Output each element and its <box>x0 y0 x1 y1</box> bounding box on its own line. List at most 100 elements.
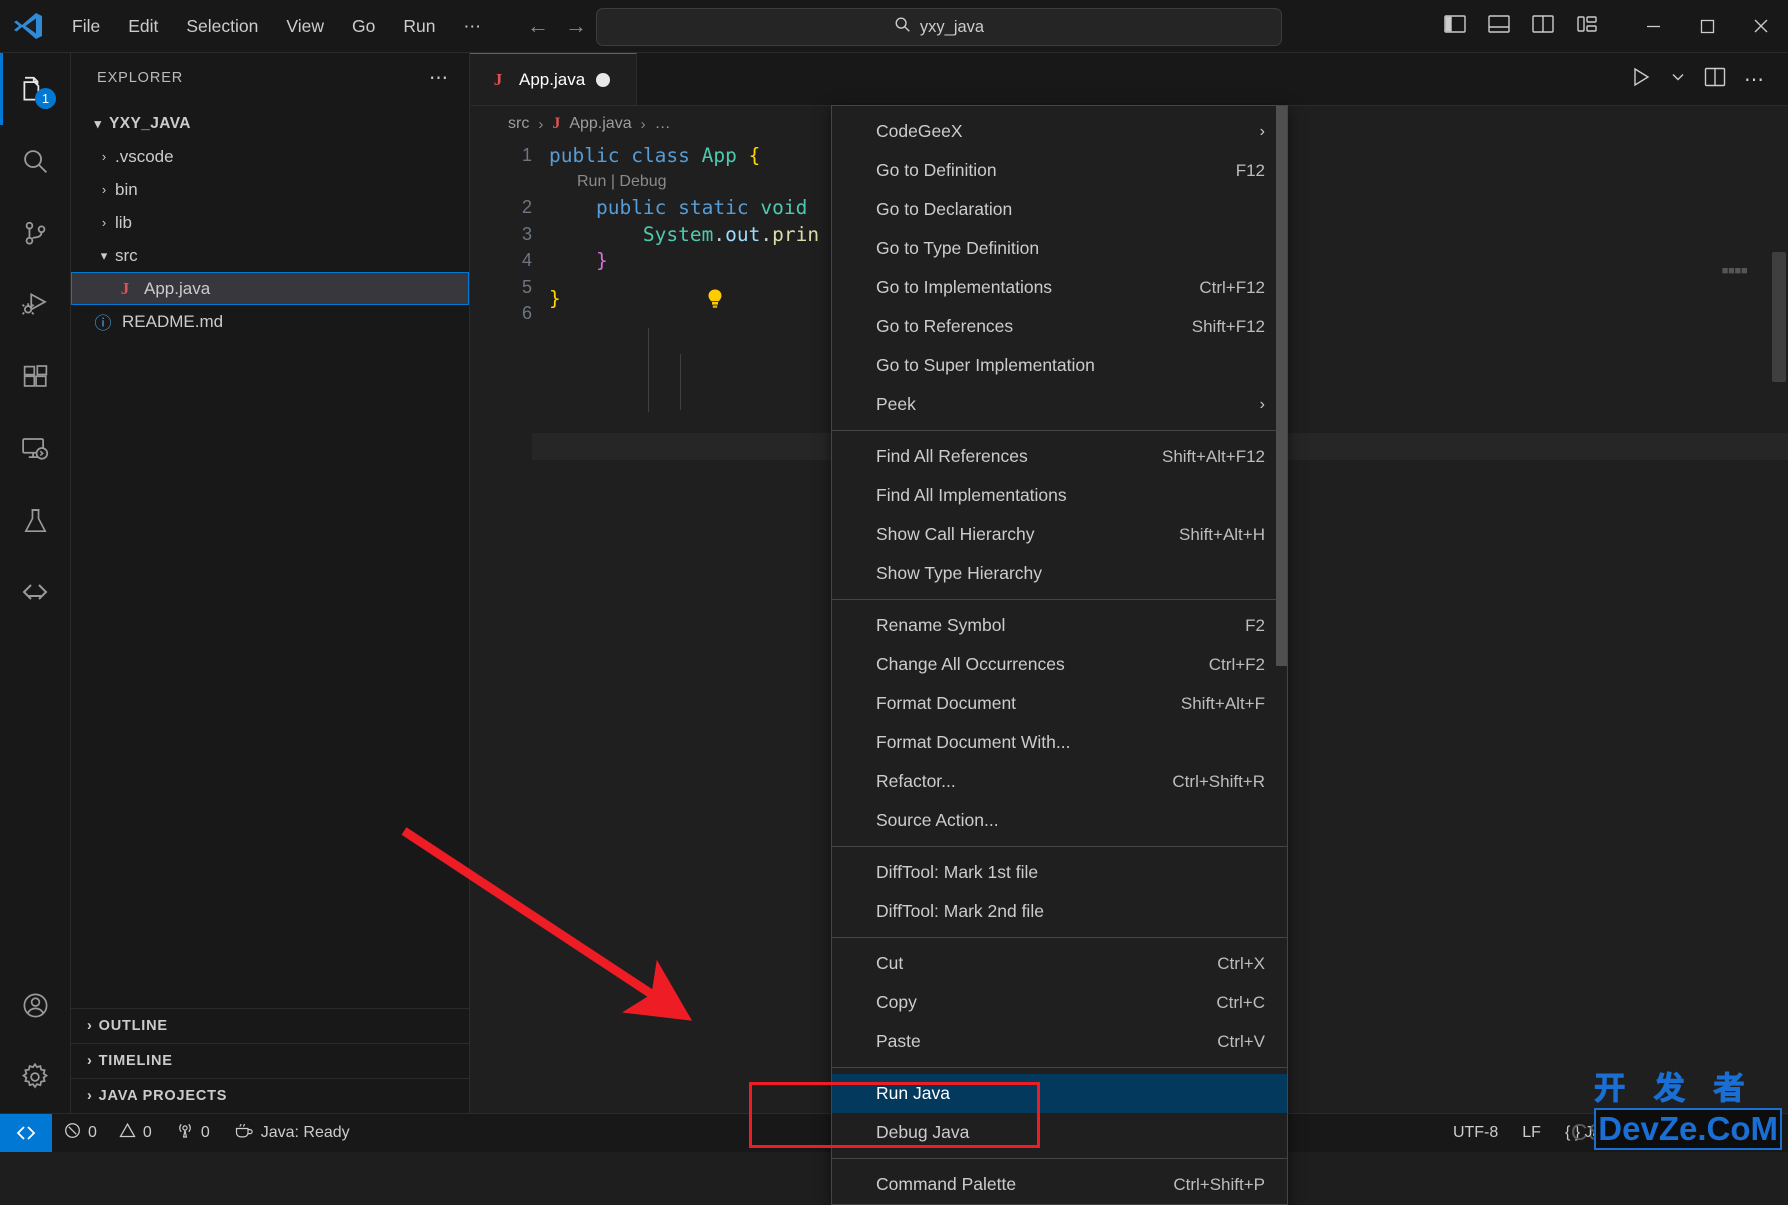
maximize-button[interactable] <box>1680 0 1734 52</box>
menu-item-go-to-references[interactable]: Go to References Shift+F12 <box>832 307 1287 346</box>
menu-more-icon[interactable]: ⋯ <box>449 10 495 42</box>
status-eol[interactable]: LF <box>1510 1114 1553 1152</box>
sidebar-item-remote-explorer[interactable] <box>0 413 70 485</box>
menu-item-cut[interactable]: Cut Ctrl+X <box>832 944 1287 983</box>
breadcrumb-src[interactable]: src <box>508 115 529 133</box>
scrollbar-thumb[interactable] <box>1772 252 1786 382</box>
status-java-ready[interactable]: Java: Ready <box>222 1114 362 1152</box>
unsaved-indicator-icon[interactable] <box>596 72 611 87</box>
sidebar-item-extensions[interactable] <box>0 341 70 413</box>
menu-separator <box>832 1067 1287 1068</box>
gear-icon[interactable] <box>0 1041 70 1113</box>
menu-separator <box>832 599 1287 600</box>
codelens-debug[interactable]: Debug <box>619 173 666 190</box>
menu-item-label: Cut <box>876 953 904 973</box>
arrow-left-icon[interactable]: ← <box>527 15 549 37</box>
status-errors[interactable]: 0 0 <box>52 1114 164 1152</box>
toggle-primary-sidebar-icon[interactable] <box>1444 14 1466 39</box>
status-ports[interactable]: 0 <box>164 1114 222 1152</box>
chevron-down-icon[interactable] <box>1670 69 1686 90</box>
menu-item-format-document[interactable]: Format Document Shift+Alt+F <box>832 684 1287 723</box>
ellipsis-icon[interactable]: ⋯ <box>429 67 449 90</box>
tree-item-app-java[interactable]: J App.java <box>71 272 469 305</box>
menu-scrollbar-thumb[interactable] <box>1276 106 1287 666</box>
menu-file[interactable]: File <box>58 10 114 42</box>
menu-item-go-to-definition[interactable]: Go to Definition F12 <box>832 151 1287 190</box>
arrow-right-icon[interactable]: → <box>565 15 587 37</box>
tree-item-bin[interactable]: › bin <box>71 173 469 206</box>
sidebar-item-testing[interactable] <box>0 485 70 557</box>
menu-item-shortcut: Ctrl+F12 <box>1199 277 1265 297</box>
menu-item-command-palette[interactable]: Command Palette Ctrl+Shift+P <box>832 1165 1287 1204</box>
run-button[interactable] <box>1630 66 1652 93</box>
remote-window-icon[interactable] <box>0 1114 52 1152</box>
menu-item-format-document-with[interactable]: Format Document With... <box>832 723 1287 762</box>
menu-item-difftool-mark-1st-file[interactable]: DiffTool: Mark 1st file <box>832 853 1287 892</box>
tree-item-src[interactable]: ▾ src <box>71 239 469 272</box>
panel-java-projects[interactable]: › JAVA PROJECTS <box>71 1078 469 1113</box>
close-button[interactable] <box>1734 0 1788 52</box>
tree-item-lib[interactable]: › lib <box>71 206 469 239</box>
menu-item-difftool-mark-2nd-file[interactable]: DiffTool: Mark 2nd file <box>832 892 1287 931</box>
sidebar-item-codegeex[interactable] <box>0 557 70 629</box>
site-watermark: 开 发 者 DevZe.CoM <box>1594 1063 1782 1150</box>
customize-layout-icon[interactable] <box>1576 14 1598 39</box>
sidebar-item-run-and-debug[interactable] <box>0 269 70 341</box>
menu-item-paste[interactable]: Paste Ctrl+V <box>832 1022 1287 1061</box>
menu-item-copy[interactable]: Copy Ctrl+C <box>832 983 1287 1022</box>
search-input[interactable]: yxy_java <box>596 8 1282 46</box>
sidebar-item-source-control[interactable] <box>0 197 70 269</box>
tree-item-vscode[interactable]: › .vscode <box>71 140 469 173</box>
chevron-down-icon: ▾ <box>94 115 102 131</box>
menu-item-show-call-hierarchy[interactable]: Show Call Hierarchy Shift+Alt+H <box>832 515 1287 554</box>
status-encoding[interactable]: UTF-8 <box>1441 1114 1510 1152</box>
menu-selection[interactable]: Selection <box>172 10 272 42</box>
menu-item-refactor[interactable]: Refactor... Ctrl+Shift+R <box>832 762 1287 801</box>
tree-item-readme[interactable]: ⓘ README.md <box>71 305 469 338</box>
menu-item-label: Go to Definition <box>876 160 997 180</box>
toggle-secondary-sidebar-icon[interactable] <box>1532 14 1554 39</box>
menu-go[interactable]: Go <box>338 10 389 42</box>
accounts-button[interactable] <box>0 969 70 1041</box>
sidebar-item-explorer[interactable]: 1 <box>0 53 70 125</box>
line-number: 2 <box>521 197 532 218</box>
split-editor-icon[interactable] <box>1704 67 1726 92</box>
menu-item-label: Go to References <box>876 316 1014 336</box>
menu-item-source-action[interactable]: Source Action... <box>832 801 1287 840</box>
menu-item-find-all-implementations[interactable]: Find All Implementations <box>832 476 1287 515</box>
panel-outline[interactable]: › OUTLINE <box>71 1008 469 1043</box>
lightbulb-icon[interactable] <box>561 264 725 310</box>
navigation-buttons: ← → <box>527 15 587 37</box>
minimize-button[interactable] <box>1626 0 1680 52</box>
menu-item-go-to-super-implementation[interactable]: Go to Super Implementation <box>832 346 1287 385</box>
menu-item-codegeex[interactable]: CodeGeeX › <box>832 112 1287 151</box>
menu-item-peek[interactable]: Peek › <box>832 385 1287 424</box>
menu-item-go-to-declaration[interactable]: Go to Declaration <box>832 190 1287 229</box>
codelens-run[interactable]: Run <box>577 173 606 190</box>
panel-timeline[interactable]: › TIMELINE <box>71 1043 469 1078</box>
line-number: 1 <box>521 144 532 165</box>
tab-app-java[interactable]: J App.java <box>470 53 637 105</box>
vscode-window: File Edit Selection View Go Run ⋯ ← → yx… <box>0 0 1788 1205</box>
menu-item-go-to-implementations[interactable]: Go to Implementations Ctrl+F12 <box>832 268 1287 307</box>
menu-item-find-all-references[interactable]: Find All References Shift+Alt+F12 <box>832 437 1287 476</box>
more-actions-icon[interactable]: ⋯ <box>1744 67 1766 92</box>
menu-edit[interactable]: Edit <box>114 10 172 42</box>
menu-item-go-to-type-definition[interactable]: Go to Type Definition <box>832 229 1287 268</box>
breadcrumb-more[interactable]: … <box>655 115 671 133</box>
toggle-panel-icon[interactable] <box>1488 14 1510 39</box>
menu-item-show-type-hierarchy[interactable]: Show Type Hierarchy <box>832 554 1287 593</box>
breadcrumb-file[interactable]: App.java <box>569 115 631 133</box>
window-controls <box>1444 0 1788 52</box>
menu-scrollbar[interactable] <box>1276 106 1287 1204</box>
menu-run[interactable]: Run <box>389 10 449 42</box>
menu-view[interactable]: View <box>272 10 338 42</box>
menu-item-rename-symbol[interactable]: Rename Symbol F2 <box>832 606 1287 645</box>
code-text: System.out.prin <box>642 222 820 246</box>
editor-scrollbar[interactable] <box>1770 142 1788 1113</box>
menu-item-change-all-occurrences[interactable]: Change All Occurrences Ctrl+F2 <box>832 645 1287 684</box>
tree-item-yxy-java[interactable]: ▾ YXY_JAVA <box>71 107 469 140</box>
sidebar-item-search[interactable] <box>0 125 70 197</box>
explorer-badge: 1 <box>35 88 56 109</box>
menu-item-label: Peek <box>876 394 916 414</box>
